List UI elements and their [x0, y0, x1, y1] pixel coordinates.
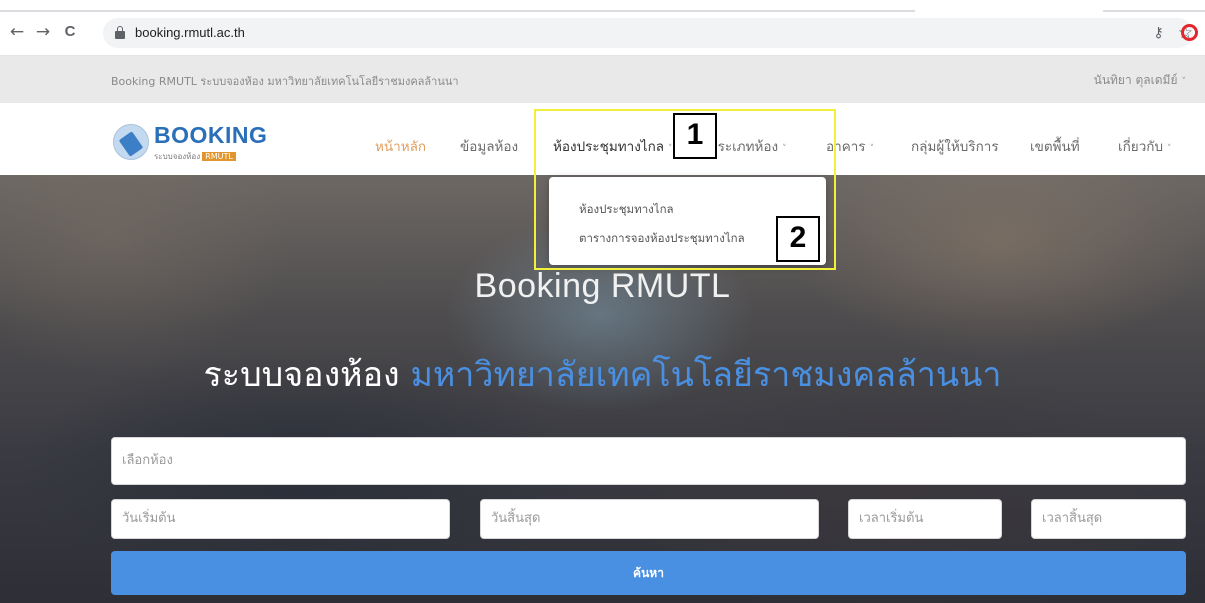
- user-menu[interactable]: นันทิยา ตุลเดมีย์ ˅: [1094, 71, 1186, 90]
- site-logo[interactable]: BOOKING ระบบจองห้อง RMUTL: [113, 118, 267, 163]
- chevron-down-icon: ˅: [869, 144, 875, 154]
- nav-service-group[interactable]: กลุ่มผู้ให้บริการ: [911, 135, 999, 157]
- address-bar[interactable]: booking.rmutl.ac.th ⚷ ☆: [103, 18, 1193, 48]
- chevron-down-icon: ˅: [1181, 77, 1187, 87]
- logo-chip: RMUTL: [202, 152, 236, 161]
- site-topbar-label: Booking RMUTL ระบบจองห้อง มหาวิทยาลัยเทค…: [111, 75, 459, 88]
- hero-title: Booking RMUTL: [474, 267, 731, 305]
- key-icon[interactable]: ⚷: [1153, 25, 1163, 41]
- main-navbar: BOOKING ระบบจองห้อง RMUTL หน้าหลัก ข้อมูล…: [0, 103, 1205, 175]
- logo-sub: ระบบจองห้อง RMUTL: [154, 150, 236, 163]
- chevron-down-icon: ˅: [1167, 144, 1172, 154]
- nav-about[interactable]: เกี่ยวกับ ˅: [1118, 135, 1172, 157]
- hero-subtitle: ระบบจองห้อง มหาวิทยาลัยเทคโนโลยีราชมงคลล…: [0, 347, 1205, 401]
- nav-area[interactable]: เขตพื้นที่: [1030, 135, 1080, 157]
- booking-tag-icon: [113, 124, 149, 160]
- start-time-field[interactable]: เวลาเริ่มต้น: [848, 499, 1002, 539]
- search-button[interactable]: ค้นหา: [111, 551, 1186, 595]
- site-topbar: Booking RMUTL ระบบจองห้อง มหาวิทยาลัยเทค…: [0, 56, 1205, 103]
- logo-word: BOOKING: [154, 122, 268, 148]
- start-date-field[interactable]: วันเริ่มต้น: [111, 499, 450, 539]
- hero-subtitle-white: ระบบจองห้อง: [203, 355, 400, 395]
- nav-building-label: อาคาร: [826, 139, 866, 155]
- room-select[interactable]: เลือกห้อง: [111, 437, 1186, 485]
- back-icon[interactable]: ←: [7, 22, 27, 42]
- lock-icon: [115, 26, 125, 39]
- nav-home[interactable]: หน้าหลัก: [375, 135, 426, 157]
- nav-room-type[interactable]: ประเภทห้อง ˅: [709, 135, 787, 157]
- dropdown-item-remote-meeting[interactable]: ห้องประชุมทางไกล: [579, 201, 674, 219]
- forward-icon[interactable]: →: [33, 22, 53, 42]
- reload-icon[interactable]: C: [60, 22, 80, 42]
- opera-icon[interactable]: [1181, 24, 1198, 41]
- user-name: นันทิยา ตุลเดมีย์: [1093, 73, 1178, 87]
- tab-strip: [0, 0, 1205, 12]
- nav-room-info[interactable]: ข้อมูลห้อง: [460, 135, 518, 157]
- dropdown-item-remote-schedule[interactable]: ตารางการจองห้องประชุมทางไกล: [579, 230, 745, 248]
- chevron-down-icon: ˅: [782, 144, 787, 154]
- end-date-field[interactable]: วันสิ้นสุด: [480, 499, 819, 539]
- chevron-down-icon: ˅: [668, 144, 673, 154]
- browser-toolbar: ← → C booking.rmutl.ac.th ⚷ ☆: [0, 12, 1205, 56]
- annotation-label-1: 1: [673, 113, 717, 159]
- url-text[interactable]: booking.rmutl.ac.th: [135, 25, 245, 40]
- nav-remote-meeting[interactable]: ห้องประชุมทางไกล ˅: [553, 135, 673, 157]
- nav-about-label: เกี่ยวกับ: [1118, 139, 1164, 155]
- annotation-label-2: 2: [776, 216, 820, 262]
- hero-subtitle-blue: มหาวิทยาลัยเทคโนโลยีราชมงคลล้านนา: [410, 355, 1002, 395]
- end-time-field[interactable]: เวลาสิ้นสุด: [1031, 499, 1186, 539]
- nav-remote-meeting-label: ห้องประชุมทางไกล: [553, 139, 665, 155]
- nav-building[interactable]: อาคาร ˅: [826, 135, 874, 157]
- nav-room-type-label: ประเภทห้อง: [709, 139, 779, 155]
